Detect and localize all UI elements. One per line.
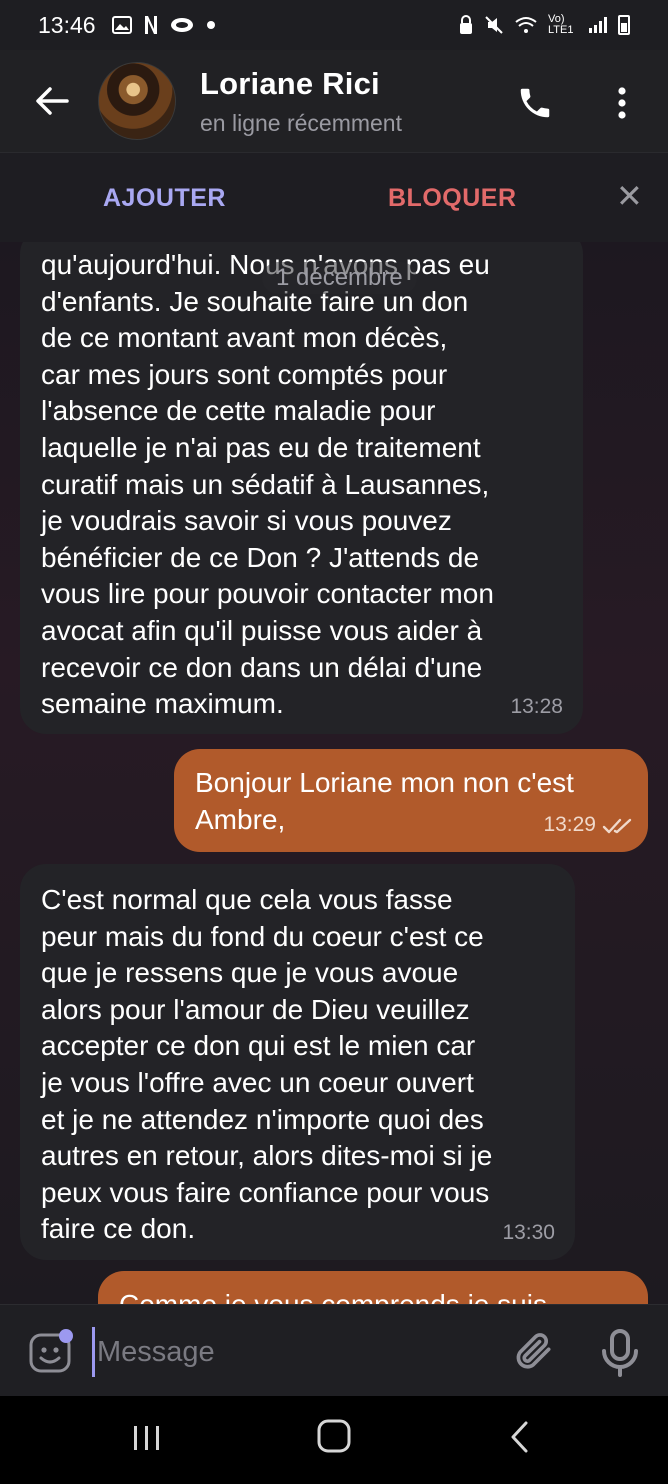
back-button[interactable] bbox=[22, 71, 82, 131]
more-vertical-icon bbox=[618, 87, 626, 119]
close-icon[interactable]: ✕ bbox=[616, 177, 643, 215]
message-time: 13:29 bbox=[543, 807, 634, 844]
contact-name: Loriane Rici bbox=[200, 65, 380, 101]
message-list[interactable]: qu'aujourd'hui. Nous n'avons pas eu d'en… bbox=[0, 242, 668, 1304]
message-time: 13:30 bbox=[502, 1221, 555, 1245]
message-text: C'est normal que cela vous fasse peur ma… bbox=[41, 884, 493, 1245]
chevron-left-icon bbox=[511, 1421, 528, 1453]
status-bar: 13:46 Vo) LTE1 bbox=[0, 0, 668, 50]
message-outgoing[interactable]: Bonjour Loriane mon non c'est Ambre, 13:… bbox=[174, 749, 648, 852]
more-menu-button[interactable] bbox=[602, 78, 642, 128]
network-label: Vo) LTE1 bbox=[548, 13, 574, 36]
block-contact-button[interactable]: BLOQUER bbox=[388, 184, 517, 213]
microphone-icon bbox=[602, 1329, 638, 1377]
date-separator: 1 décembre bbox=[262, 262, 417, 294]
mute-icon bbox=[484, 15, 504, 35]
add-contact-button[interactable]: AJOUTER bbox=[103, 184, 226, 213]
system-navigation-bar bbox=[0, 1396, 668, 1484]
microphone-button[interactable] bbox=[600, 1327, 640, 1379]
status-notification-icons bbox=[111, 15, 216, 35]
home-icon bbox=[317, 1419, 351, 1453]
chat-header: Loriane Rici en ligne récemment bbox=[0, 50, 668, 152]
recent-apps-button[interactable] bbox=[132, 1424, 162, 1457]
phone-icon bbox=[520, 88, 550, 118]
signal-icon bbox=[588, 16, 608, 34]
status-system-icons: Vo) LTE1 bbox=[458, 14, 630, 36]
dot-icon bbox=[206, 20, 216, 30]
battery-icon bbox=[618, 15, 630, 35]
message-text: Comme je vous comprends je suis bbox=[119, 1287, 649, 1304]
message-incoming[interactable]: C'est normal que cela vous fasse peur ma… bbox=[20, 864, 575, 1260]
message-outgoing[interactable]: Comme je vous comprends je suis bbox=[98, 1271, 648, 1304]
netflix-icon bbox=[144, 15, 158, 35]
contact-info[interactable]: Loriane Rici en ligne récemment bbox=[200, 66, 402, 137]
message-text: qu'aujourd'hui. Nous n'avons pas eu d'en… bbox=[41, 249, 494, 720]
alarm-lock-icon bbox=[458, 15, 474, 35]
message-incoming[interactable]: qu'aujourd'hui. Nous n'avons pas eu d'en… bbox=[20, 242, 583, 734]
attach-button[interactable] bbox=[512, 1329, 556, 1377]
recent-apps-icon bbox=[134, 1426, 159, 1450]
gallery-icon bbox=[111, 16, 132, 34]
message-input[interactable] bbox=[92, 1327, 492, 1377]
message-time-label: 13:29 bbox=[543, 813, 596, 837]
avatar[interactable] bbox=[98, 62, 176, 140]
wifi-icon bbox=[514, 16, 538, 34]
message-composer bbox=[0, 1304, 668, 1396]
home-button[interactable] bbox=[316, 1418, 352, 1459]
call-button[interactable] bbox=[510, 78, 560, 128]
contact-action-bar: AJOUTER BLOQUER ✕ bbox=[0, 152, 668, 242]
emoji-button[interactable] bbox=[28, 1329, 73, 1373]
nav-back-button[interactable] bbox=[508, 1420, 532, 1459]
cloud-chat-icon bbox=[170, 17, 194, 33]
double-check-icon bbox=[602, 818, 632, 833]
message-time: 13:28 bbox=[510, 695, 563, 719]
status-time: 13:46 bbox=[38, 11, 96, 38]
paperclip-icon bbox=[516, 1333, 551, 1369]
contact-status: en ligne récemment bbox=[200, 109, 402, 136]
arrow-left-icon bbox=[36, 87, 69, 115]
sticker-emoji-icon bbox=[29, 1329, 73, 1373]
